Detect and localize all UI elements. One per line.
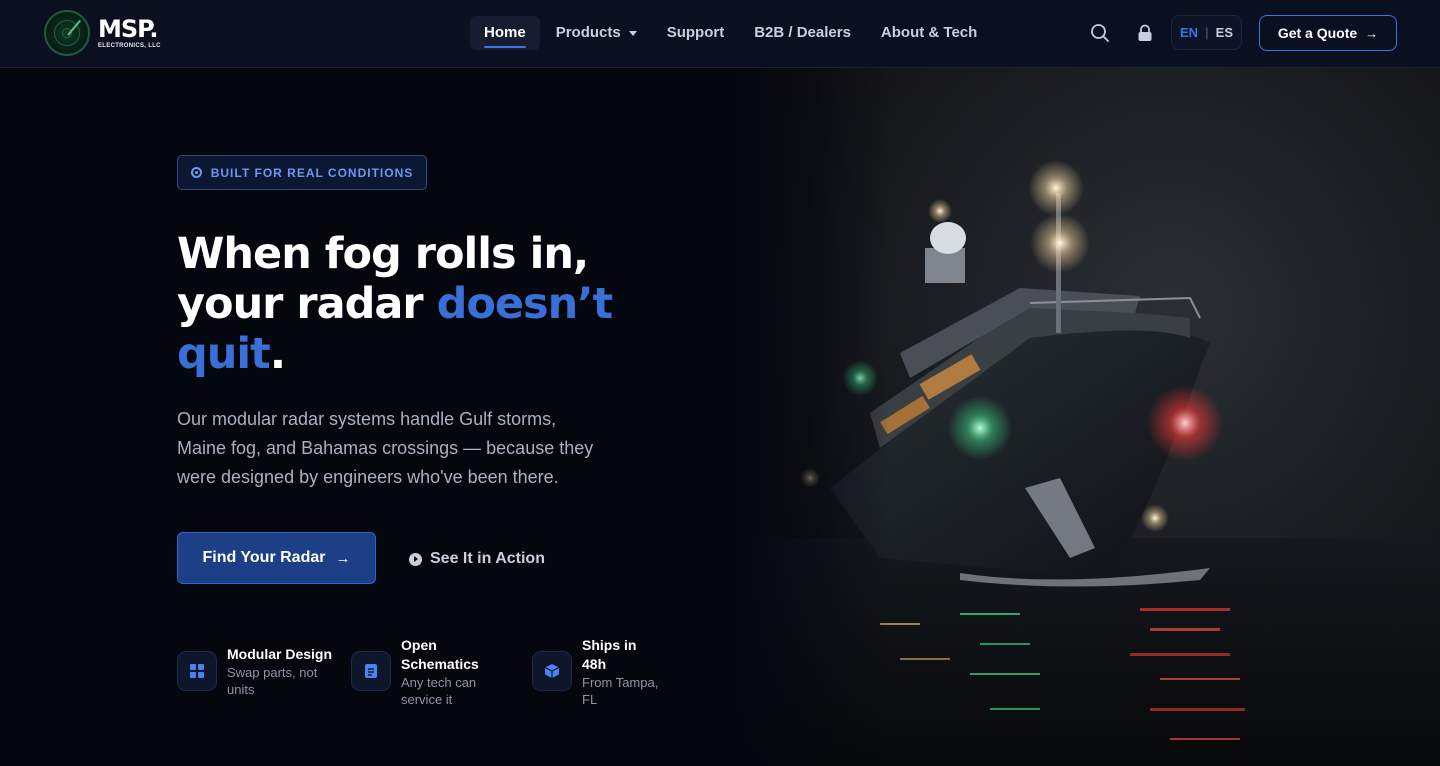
brand-logo[interactable]: MSP. ELECTRONICS, LLC (44, 10, 161, 56)
lang-es-option[interactable]: ES (1216, 25, 1233, 40)
feature-desc: From Tampa, FL (582, 675, 659, 707)
nav-item-products[interactable]: Products (542, 16, 651, 50)
site-header: MSP. ELECTRONICS, LLC Home Products Supp… (0, 0, 1440, 68)
feature-desc: Any tech can service it (401, 675, 477, 707)
grid-icon (177, 651, 217, 691)
nav-item-label: Products (555, 24, 621, 41)
headline-line1: When fog rolls in, (177, 229, 589, 279)
nav-item-label: About & Tech (880, 24, 978, 41)
document-icon (351, 651, 391, 691)
feature-desc: Swap parts, not units (227, 665, 318, 697)
nav-item-label: B2B / Dealers (754, 24, 851, 41)
feature-title: Ships in 48h (582, 637, 637, 672)
get-a-quote-button[interactable]: Get a Quote → (1259, 15, 1397, 51)
nav-item-label: Support (666, 24, 725, 41)
secondary-cta-label: See It in Action (430, 550, 545, 567)
nav-item-about-tech[interactable]: About & Tech (867, 16, 991, 50)
brand-subtitle: ELECTRONICS, LLC (98, 43, 161, 49)
radar-logo-icon (44, 10, 90, 56)
nav-item-label: Home (484, 24, 526, 41)
lang-divider: | (1205, 25, 1209, 40)
hero-headline: When fog rolls in, your radar doesn’t qu… (177, 229, 697, 379)
brand-wordmark: MSP. ELECTRONICS, LLC (98, 17, 161, 49)
hero-badge: BUILT FOR REAL CONDITIONS (177, 155, 427, 190)
chevron-down-icon (628, 30, 637, 36)
hero-badge-label: BUILT FOR REAL CONDITIONS (210, 165, 414, 180)
cube-icon (532, 651, 572, 691)
see-it-in-action-link[interactable]: See It in Action (409, 548, 545, 570)
feature-text: Open Schematics Any tech can service it (401, 636, 496, 708)
language-switcher: EN | ES (1171, 15, 1242, 50)
headline-end: . (269, 329, 286, 379)
lang-en-option[interactable]: EN (1180, 25, 1198, 40)
hero-ship-image (730, 68, 1440, 766)
quote-label: Get a Quote (1277, 25, 1358, 41)
play-icon (409, 552, 422, 566)
feature-text: Modular Design Swap parts, not units (227, 645, 337, 698)
lock-icon[interactable] (1134, 22, 1156, 44)
find-your-radar-button[interactable]: Find Your Radar → (177, 532, 376, 584)
feature-title: Modular Design (227, 646, 333, 662)
brand-name: MSP. (98, 15, 158, 43)
image-fade-overlay (730, 68, 890, 766)
arrow-right-icon: → (335, 549, 351, 567)
target-icon (190, 167, 202, 178)
feature-modular-design: Modular Design Swap parts, not units (177, 636, 342, 698)
feature-title: Open Schematics (401, 637, 479, 672)
main-nav: Home Products Support B2B / Dealers Abou… (470, 16, 993, 50)
nav-item-home[interactable]: Home (470, 16, 540, 50)
feature-text: Ships in 48h From Tampa, FL (582, 636, 667, 708)
feature-open-schematics: Open Schematics Any tech can service it (351, 636, 526, 708)
arrow-right-icon: → (1365, 25, 1379, 41)
headline-line2-prefix: your radar (177, 279, 437, 329)
primary-cta-label: Find Your Radar (202, 549, 326, 566)
nav-item-b2b-dealers[interactable]: B2B / Dealers (740, 16, 865, 50)
feature-ships-in-48h: Ships in 48h From Tampa, FL (532, 636, 692, 708)
hero-subtext: Our modular radar systems handle Gulf st… (177, 409, 594, 487)
search-icon[interactable] (1089, 22, 1111, 44)
nav-item-support[interactable]: Support (653, 16, 739, 50)
